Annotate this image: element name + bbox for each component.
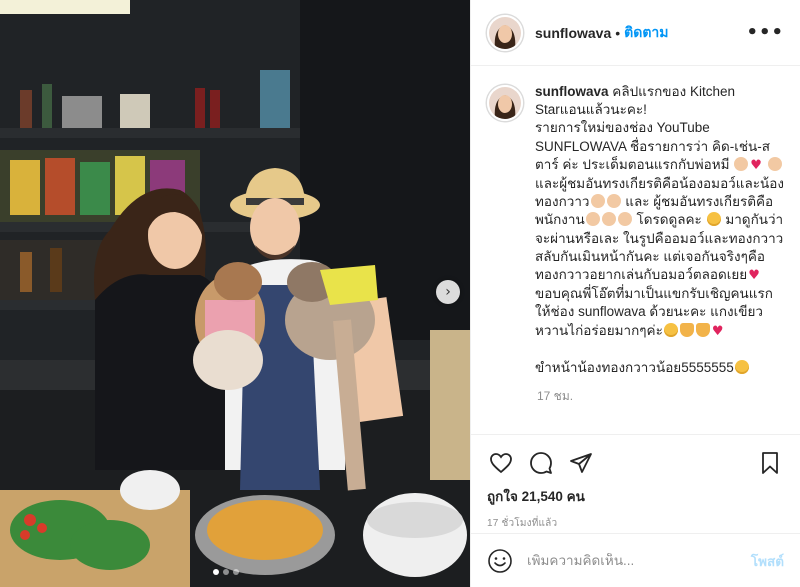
chicken-emoji-icon xyxy=(679,322,694,337)
more-dots-icon[interactable]: ••• xyxy=(746,22,784,43)
caption-body: โดรดดูลคะ xyxy=(632,212,702,228)
save-button[interactable] xyxy=(756,449,784,477)
post-side-panel: sunflowava • ติดตาม ••• sunflowava คลิปแ… xyxy=(470,0,800,587)
caption-timestamp: 17 ชม. xyxy=(537,389,574,404)
separator-dot: • xyxy=(615,24,621,41)
carousel-dot xyxy=(213,569,219,575)
avatar[interactable] xyxy=(487,85,523,121)
username-link[interactable]: sunflowava xyxy=(535,25,611,41)
laughing-emoji-icon xyxy=(734,360,749,375)
woman-emoji-icon xyxy=(590,194,605,209)
comment-button[interactable] xyxy=(527,449,555,477)
like-button[interactable] xyxy=(487,449,515,477)
man-emoji-icon xyxy=(585,212,600,227)
comment-bar: โพสต์ xyxy=(471,533,800,587)
photo-illustration xyxy=(0,0,470,587)
man-emoji-icon xyxy=(601,212,616,227)
woman-emoji-icon xyxy=(606,194,621,209)
caption-body: ขอบคุณพี่โอ๊ตที่มาเป็นแขกรับเชิญคนแรกให้… xyxy=(535,286,773,338)
heart-emoji-icon: ♥ xyxy=(748,268,760,284)
comment-bubble-icon xyxy=(530,452,552,474)
comment-input[interactable] xyxy=(527,553,751,568)
post-timestamp[interactable]: 17 ชั่วโมงที่แล้ว xyxy=(487,516,784,531)
laughing-emoji-icon xyxy=(706,212,721,227)
heart-outline-icon xyxy=(490,453,512,474)
paper-plane-icon xyxy=(570,453,592,473)
woman-emoji-icon xyxy=(617,212,632,227)
carousel-dot xyxy=(223,569,229,575)
like-count[interactable]: ถูกใจ 21,540 คน xyxy=(487,485,784,507)
bookmark-icon xyxy=(762,452,778,474)
caption-username-link[interactable]: sunflowava xyxy=(535,84,609,99)
laughing-emoji-icon xyxy=(663,322,678,337)
post-photo[interactable]: › xyxy=(0,0,470,587)
heart-emoji-icon: ♥ xyxy=(711,323,724,339)
curry-emoji-icon xyxy=(695,322,710,337)
share-button[interactable] xyxy=(567,449,595,477)
carousel-indicator xyxy=(213,569,239,575)
magnifier-emoji-icon xyxy=(767,156,782,171)
caption-body: ขำหน้าน้องทองกวาวน้อย5555555 xyxy=(535,360,734,376)
smiley-icon[interactable] xyxy=(487,548,513,574)
carousel-next-button[interactable]: › xyxy=(436,280,460,304)
caption-section: sunflowava คลิปแรกของ Kitchen Starแอนแล้… xyxy=(471,67,800,434)
post-header: sunflowava • ติดตาม ••• xyxy=(471,0,800,66)
avatar[interactable] xyxy=(487,14,523,51)
post-actions: ถูกใจ 21,540 คน 17 ชั่วโมงที่แล้ว xyxy=(471,434,800,531)
caption-text: sunflowava คลิปแรกของ Kitchen Starแอนแล้… xyxy=(535,83,784,377)
post-comment-button[interactable]: โพสต์ xyxy=(751,550,784,572)
heart-emoji-icon: ♥ xyxy=(750,157,762,173)
carousel-dot xyxy=(233,569,239,575)
bear-emoji-icon xyxy=(734,156,749,171)
follow-button[interactable]: ติดตาม xyxy=(624,22,668,44)
